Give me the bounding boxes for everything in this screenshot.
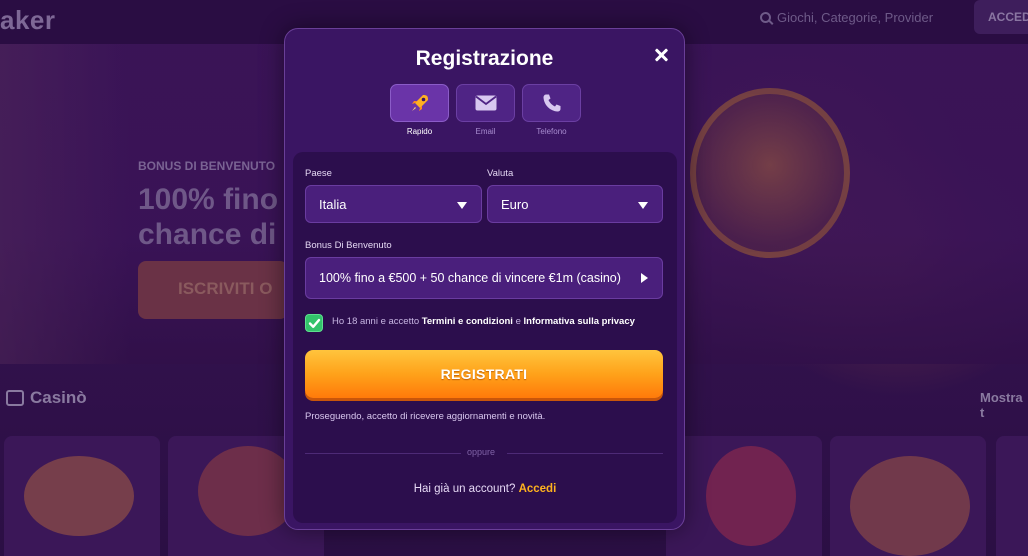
hero-bonus-label: BONUS DI BENVENUTO [138, 159, 276, 173]
country-label: Paese [305, 168, 332, 179]
game-card[interactable] [4, 436, 160, 556]
game-card[interactable] [830, 436, 986, 556]
country-select[interactable]: Italia [305, 185, 482, 223]
search-icon [760, 11, 771, 23]
age-terms-checkbox[interactable] [305, 314, 323, 332]
close-icon[interactable] [652, 46, 670, 64]
search-placeholder: Giochi, Categorie, Provider [777, 9, 934, 25]
phone-icon [543, 94, 560, 112]
registration-form: Paese Italia Valuta Euro Bonus Di Benven… [293, 152, 677, 523]
game-card-art [850, 456, 970, 556]
hero-bonus-title: 100% fino chance di [138, 182, 278, 252]
hero-signup-button[interactable]: ISCRIVITI O [138, 261, 288, 319]
login-link[interactable]: Accedi [519, 483, 557, 495]
game-card-art [24, 456, 134, 536]
country-value: Italia [319, 196, 347, 212]
game-card-art [706, 446, 796, 546]
privacy-link[interactable]: Informativa sulla privacy [524, 316, 635, 327]
game-card-art [198, 446, 298, 536]
bonus-value: 100% fino a €500 + 50 chance di vincere … [319, 271, 621, 285]
login-prompt: Hai già un account? [413, 483, 516, 495]
search-bar[interactable]: Giochi, Categorie, Provider [760, 6, 933, 28]
divider-left [305, 453, 461, 454]
game-card[interactable] [996, 436, 1028, 556]
chevron-down-icon [457, 202, 467, 209]
hero-decoration [0, 44, 130, 364]
tab-email-box [456, 84, 515, 122]
game-card[interactable] [666, 436, 822, 556]
modal-title: Registrazione [415, 47, 554, 70]
chevron-down-icon [638, 202, 648, 209]
consent-prefix: Ho 18 anni e accetto [332, 316, 422, 327]
tab-rapido-label: Rapido [406, 127, 433, 136]
tab-rapido[interactable]: Rapido [390, 84, 449, 136]
currency-select[interactable]: Euro [487, 185, 663, 223]
envelope-icon [474, 95, 497, 111]
show-more-link[interactable]: Mostra t [980, 390, 1028, 420]
login-prompt-row: Hai già un account? Accedi [293, 483, 677, 495]
consent-text: Ho 18 anni e accetto Termini e condizion… [332, 316, 635, 327]
tab-email-label: Email [475, 127, 496, 136]
currency-value: Euro [501, 196, 529, 212]
hero-title-line-2: chance di [138, 218, 277, 251]
tab-email[interactable]: Email [456, 84, 515, 136]
register-button[interactable]: REGISTRATI [305, 350, 663, 398]
casino-section-title: Casinò [6, 388, 87, 408]
divider-right [507, 453, 663, 454]
site-logo: aker [0, 5, 56, 35]
hero-title-line-1: 100% fino [138, 183, 279, 216]
consent-and: e [512, 316, 524, 327]
or-separator: oppure [467, 447, 496, 457]
terms-link[interactable]: Termini e condizioni [422, 316, 513, 327]
casino-section-label: Casinò [30, 388, 87, 407]
currency-label: Valuta [487, 168, 514, 179]
tab-rapido-box [390, 84, 449, 122]
tab-telefono[interactable]: Telefono [522, 84, 581, 136]
rocket-icon [411, 95, 428, 111]
bonus-select[interactable]: 100% fino a €500 + 50 chance di vincere … [305, 257, 663, 299]
registration-method-tabs: Rapido Email Telefono [390, 84, 581, 136]
tab-telefono-label: Telefono [536, 127, 567, 136]
updates-notice: Proseguendo, accetto di ricevere aggiorn… [305, 411, 546, 422]
login-header-button[interactable]: ACCEDI [974, 0, 1028, 34]
tab-telefono-box [522, 84, 581, 122]
slot-machine-icon [6, 390, 24, 406]
registration-modal: Registrazione Rapido Email Telefono Paes… [284, 28, 685, 530]
bonus-label: Bonus Di Benvenuto [305, 240, 392, 251]
hero-crown-medallion [690, 88, 850, 258]
checkmark-icon [308, 318, 321, 328]
chevron-right-icon [641, 273, 648, 283]
